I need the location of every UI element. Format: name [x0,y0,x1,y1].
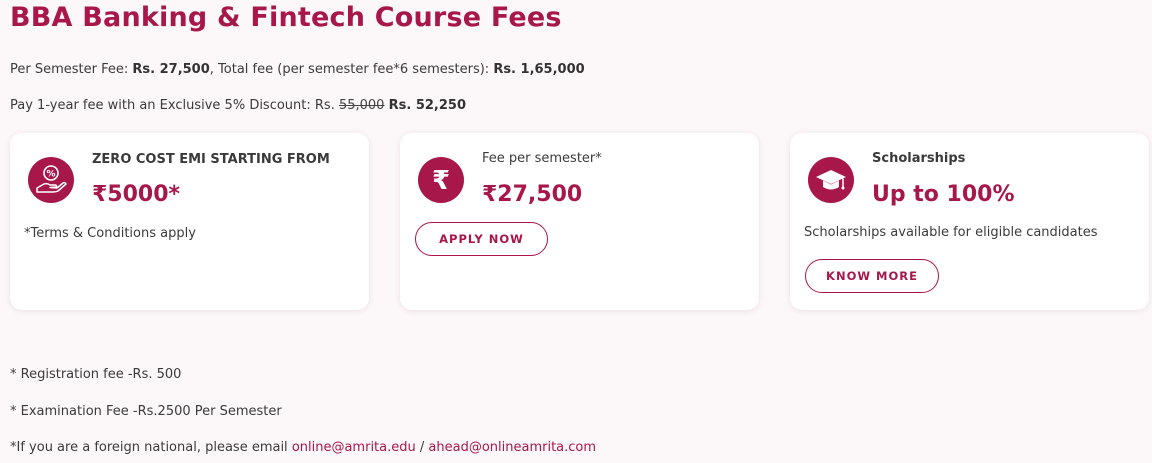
emi-card-note: *Terms & Conditions apply [24,226,196,241]
per-semester-fee-value: Rs. 27,500 [132,62,210,77]
fee-card-label: Fee per semester* [482,151,602,166]
fee-card-value: ₹27,500 [482,182,583,207]
know-more-button[interactable]: KNOW MORE [805,259,939,293]
foreign-national-note: *If you are a foreign national, please e… [10,440,596,455]
foreign-national-text: *If you are a foreign national, please e… [10,440,292,455]
scholarships-card: Scholarships Up to 100% Scholarships ava… [790,133,1149,310]
fee-summary-line: Per Semester Fee: Rs. 27,500, Total fee … [10,62,585,77]
percent-hand-icon: % [28,157,74,203]
discounted-fee-value: Rs. 52,250 [388,98,466,113]
registration-fee-note: * Registration fee -Rs. 500 [10,367,182,382]
apply-now-button[interactable]: APPLY NOW [415,222,548,256]
emi-card-label: ZERO COST EMI STARTING FROM [92,152,330,167]
email-link-online[interactable]: online@amrita.edu [292,440,416,455]
scholarships-card-value: Up to 100% [872,182,1015,207]
discount-line: Pay 1-year fee with an Exclusive 5% Disc… [10,98,466,113]
fee-label-total: , Total fee (per semester fee*6 semester… [209,62,494,77]
scholarships-card-label: Scholarships [872,151,966,166]
emi-card: % ZERO COST EMI STARTING FROM ₹5000* *Te… [10,133,369,310]
fee-label-per-semester: Per Semester Fee: [10,62,133,77]
rupee-icon: ₹ [418,157,464,203]
fee-per-semester-card: ₹ Fee per semester* ₹27,500 APPLY NOW [400,133,759,310]
emi-card-value: ₹5000* [92,182,181,207]
page-title: BBA Banking & Fintech Course Fees [10,2,562,33]
svg-text:₹: ₹ [432,166,450,195]
examination-fee-note: * Examination Fee -Rs.2500 Per Semester [10,404,282,419]
svg-text:%: % [46,170,55,180]
total-fee-value: Rs. 1,65,000 [493,62,585,77]
scholarships-card-note: Scholarships available for eligible cand… [804,225,1098,240]
graduation-cap-icon [808,157,854,203]
discount-label: Pay 1-year fee with an Exclusive 5% Disc… [10,98,339,113]
email-separator: / [415,440,429,455]
original-fee-strikethrough: 55,000 [338,98,385,113]
email-link-ahead[interactable]: ahead@onlineamrita.com [428,440,596,455]
